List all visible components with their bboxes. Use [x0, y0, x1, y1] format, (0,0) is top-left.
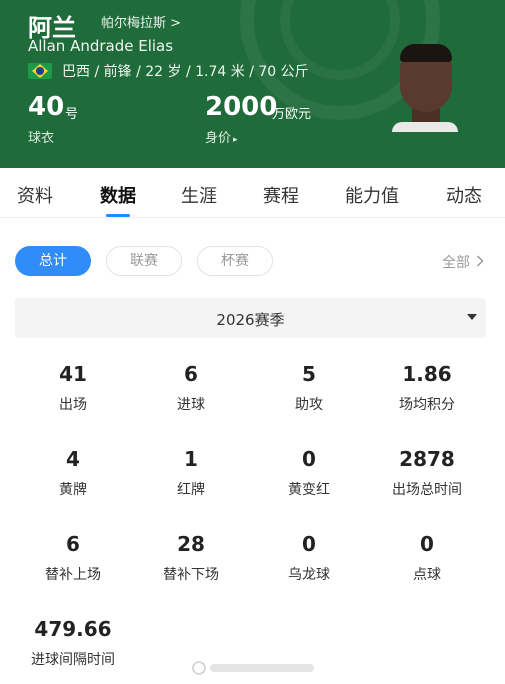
- active-tab-indicator: [106, 214, 130, 217]
- market-value-unit: 万欧元: [272, 107, 312, 122]
- tab-career[interactable]: 生涯: [181, 182, 217, 208]
- player-header: 阿兰 帕尔梅拉斯 > Allan Andrade Elias 巴西 / 前锋 /…: [0, 0, 505, 168]
- stat-label: 出场: [59, 397, 87, 413]
- stat-assists: 5 助攻: [250, 362, 368, 414]
- stat-own-goals: 0 乌龙球: [250, 532, 368, 584]
- tab-news[interactable]: 动态: [446, 182, 482, 208]
- stat-value: 0: [302, 447, 316, 471]
- all-competitions-link[interactable]: 全部: [442, 252, 485, 272]
- stat-value: 0: [302, 532, 316, 556]
- stat-label: 乌龙球: [288, 567, 330, 583]
- stat-label: 进球: [177, 397, 205, 413]
- season-selector[interactable]: 2026赛季: [15, 298, 486, 338]
- club-link[interactable]: 帕尔梅拉斯 >: [101, 12, 181, 31]
- stat-goals: 6 进球: [132, 362, 250, 414]
- stat-second-yellow: 0 黄变红: [250, 447, 368, 499]
- tab-profile[interactable]: 资料: [17, 182, 53, 208]
- stat-value: 41: [59, 362, 87, 386]
- tab-bar: 资料 数据 生涯 赛程 能力值 动态: [0, 168, 505, 218]
- player-avatar: [392, 44, 458, 132]
- stat-label: 红牌: [177, 482, 205, 498]
- shirt-number-unit: 号: [65, 107, 79, 122]
- stat-label: 替补下场: [163, 567, 219, 583]
- shirt-number-label: 球衣: [28, 131, 55, 146]
- stat-value: 479.66: [34, 617, 112, 641]
- caret-down-icon: [467, 314, 477, 320]
- stat-label: 进球间隔时间: [31, 652, 115, 668]
- stat-label: 场均积分: [399, 397, 455, 413]
- player-meta: 巴西 / 前锋 / 22 岁 / 1.74 米 / 70 公斤: [62, 64, 309, 80]
- player-name-en: Allan Andrade Elias: [28, 37, 174, 55]
- stat-sub-off: 28 替补下场: [132, 532, 250, 584]
- market-value: 2000: [205, 92, 278, 122]
- filter-total-button[interactable]: 总计: [15, 246, 91, 276]
- stat-label: 助攻: [295, 397, 323, 413]
- tab-schedule[interactable]: 赛程: [263, 182, 299, 208]
- stat-value: 1.86: [402, 362, 452, 386]
- stat-red-cards: 1 红牌: [132, 447, 250, 499]
- caret-right-icon: ▸: [233, 135, 238, 145]
- stat-label: 点球: [413, 567, 441, 583]
- filter-cup-button[interactable]: 杯赛: [197, 246, 273, 276]
- market-value-link[interactable]: 身价 ▸: [205, 127, 238, 146]
- stat-label: 黄变红: [288, 482, 330, 498]
- stat-minutes-per-goal: 479.66 进球间隔时间: [14, 617, 132, 669]
- stat-appearances: 41 出场: [14, 362, 132, 414]
- tab-data[interactable]: 数据: [100, 182, 136, 208]
- brazil-flag-icon: [28, 63, 52, 79]
- stat-label: 出场总时间: [392, 482, 462, 498]
- stat-value: 6: [184, 362, 198, 386]
- stat-value: 6: [66, 532, 80, 556]
- stat-value: 2878: [399, 447, 455, 471]
- stat-value: 5: [302, 362, 316, 386]
- stat-points-per-game: 1.86 场均积分: [368, 362, 486, 414]
- stat-value: 28: [177, 532, 205, 556]
- stat-yellow-cards: 4 黄牌: [14, 447, 132, 499]
- source-watermark: [192, 660, 314, 676]
- stat-label: 替补上场: [45, 567, 101, 583]
- stat-minutes-played: 2878 出场总时间: [368, 447, 486, 499]
- stat-sub-on: 6 替补上场: [14, 532, 132, 584]
- stat-value: 1: [184, 447, 198, 471]
- stat-label: 黄牌: [59, 482, 87, 498]
- all-competitions-label: 全部: [442, 255, 470, 271]
- tab-ability[interactable]: 能力值: [345, 182, 399, 208]
- stat-penalties: 0 点球: [368, 532, 486, 584]
- stat-value: 4: [66, 447, 80, 471]
- shirt-number: 40: [28, 92, 65, 122]
- filter-league-button[interactable]: 联赛: [106, 246, 182, 276]
- chevron-right-icon: [476, 255, 485, 271]
- stat-value: 0: [420, 532, 434, 556]
- season-label: 2026赛季: [216, 311, 285, 329]
- market-value-label: 身价: [205, 131, 232, 146]
